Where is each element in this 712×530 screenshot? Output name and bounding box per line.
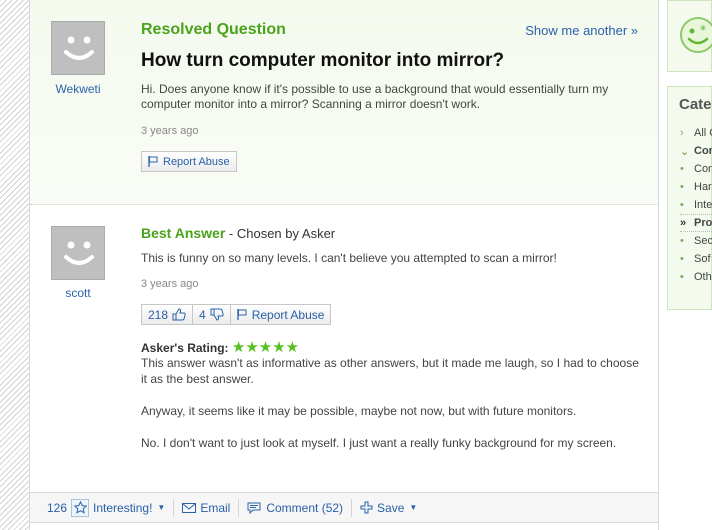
chevron-down-icon: ▼ — [409, 503, 418, 512]
vote-bar: 218 4 Report Abuse — [141, 304, 332, 325]
bullet-icon: • — [680, 235, 684, 247]
category-item[interactable]: • Sof — [680, 250, 712, 268]
category-item[interactable]: • Har — [680, 178, 712, 196]
email-label: Email — [200, 500, 231, 515]
chosen-by-label: - Chosen by Asker — [225, 226, 336, 241]
left-stripe-border — [0, 0, 30, 530]
chevron-down-icon: ▼ — [157, 503, 166, 512]
email-button[interactable]: Email — [182, 501, 230, 515]
interesting-label: Interesting! — [93, 500, 153, 515]
thumbs-up-icon — [172, 308, 186, 321]
answer-body: This is funny on so many levels. I can't… — [141, 251, 557, 265]
categories-title: Cate — [679, 96, 712, 113]
interesting-button[interactable]: 126 Interesting! ▼ — [47, 498, 166, 517]
asker-comment: This answer wasn't as informative as oth… — [141, 355, 641, 467]
asker-username[interactable]: Wekweti — [38, 82, 118, 96]
smiley-avatar-icon — [64, 36, 94, 60]
thumbs-up-count: 218 — [148, 307, 169, 322]
sidebar-promo-card: * — [667, 0, 712, 72]
category-label: Con — [694, 163, 712, 175]
svg-text:*: * — [700, 23, 706, 37]
divider — [238, 498, 240, 517]
plus-icon — [360, 501, 373, 514]
categories-list: › All C ⌄ Con • Con • Har • Inte » Pro • Sec • S… — [680, 124, 712, 286]
category-label: Oth — [694, 271, 712, 283]
category-label: Har — [694, 181, 712, 193]
category-label: Con — [694, 145, 712, 157]
category-item[interactable]: • Inte — [680, 196, 712, 214]
thumbs-down-icon — [210, 308, 224, 321]
double-chevron-icon: » — [680, 217, 687, 229]
answer-time: 3 years ago — [141, 278, 199, 290]
category-item[interactable]: › All C — [680, 124, 712, 142]
question-report-abuse-button[interactable]: Report Abuse — [141, 151, 237, 172]
category-item[interactable]: • Con — [680, 160, 712, 178]
category-label: Sof — [694, 253, 711, 265]
category-item[interactable]: • Oth — [680, 268, 712, 286]
chevron-down-icon: ⌄ — [680, 145, 690, 158]
rating-stars: ★★★★★ — [231, 339, 300, 356]
save-button[interactable]: Save ▼ — [360, 501, 417, 515]
chevron-right-icon: › — [680, 127, 684, 139]
question-time: 3 years ago — [141, 125, 199, 137]
thumbs-down-count: 4 — [199, 307, 206, 322]
flag-icon — [148, 156, 158, 167]
best-answer-label: Best Answer — [141, 225, 226, 241]
question-title: How turn computer monitor into mirror? — [141, 50, 505, 71]
action-toolbar: 126 Interesting! ▼ Email Comment (52) Sa… — [30, 492, 658, 523]
category-label: Inte — [694, 199, 712, 211]
save-label: Save — [377, 500, 405, 515]
comment-button[interactable]: Comment (52) — [247, 501, 343, 515]
bullet-icon: • — [680, 271, 684, 283]
category-item[interactable]: • Sec — [680, 232, 712, 250]
report-abuse-label: Report Abuse — [251, 307, 325, 322]
interesting-count: 126 — [47, 500, 68, 515]
thumbs-down-button[interactable]: 4 — [192, 304, 231, 325]
star-icon — [71, 498, 90, 517]
category-label: Pro — [694, 217, 712, 229]
question-panel: Wekweti Resolved Question Show me anothe… — [30, 0, 658, 205]
report-abuse-label: Report Abuse — [163, 155, 230, 168]
category-item-selected[interactable]: » Pro — [680, 214, 712, 232]
asker-avatar[interactable] — [51, 21, 105, 75]
envelope-icon — [182, 502, 197, 513]
bullet-icon: • — [680, 163, 684, 175]
speech-bubble-icon — [247, 502, 261, 514]
rating-label: Asker's Rating: — [141, 341, 229, 355]
thumbs-up-button[interactable]: 218 — [141, 304, 194, 325]
answerer-username[interactable]: scott — [38, 286, 118, 300]
asker-rating: Asker's Rating: ★★★★★ — [141, 338, 299, 356]
comment-paragraph: This answer wasn't as informative as oth… — [141, 356, 639, 386]
divider — [351, 498, 353, 517]
category-item[interactable]: ⌄ Con — [680, 142, 712, 160]
question-status: Resolved Question — [141, 21, 286, 38]
main-content: Wekweti Resolved Question Show me anothe… — [29, 0, 659, 530]
comment-paragraph: Anyway, it seems like it may be possible… — [141, 404, 577, 418]
show-another-link[interactable]: Show me another » — [525, 23, 638, 38]
smiley-avatar-icon — [64, 241, 94, 265]
answer-report-abuse-button[interactable]: Report Abuse — [229, 304, 332, 325]
answerer-avatar[interactable] — [51, 226, 105, 280]
smiley-logo-icon: * — [680, 17, 712, 53]
question-body: Hi. Does anyone know if it's possible to… — [141, 82, 609, 111]
flag-icon — [237, 309, 247, 320]
divider — [173, 498, 175, 517]
bullet-icon: • — [680, 199, 684, 211]
bullet-icon: • — [680, 181, 684, 193]
best-answer-heading: Best Answer - Chosen by Asker — [141, 225, 335, 241]
category-label: All C — [694, 127, 712, 139]
bullet-icon: • — [680, 253, 684, 265]
comment-label: Comment (52) — [266, 500, 344, 515]
category-label: Sec — [694, 235, 712, 247]
comment-paragraph: No. I don't want to just look at myself.… — [141, 436, 617, 450]
